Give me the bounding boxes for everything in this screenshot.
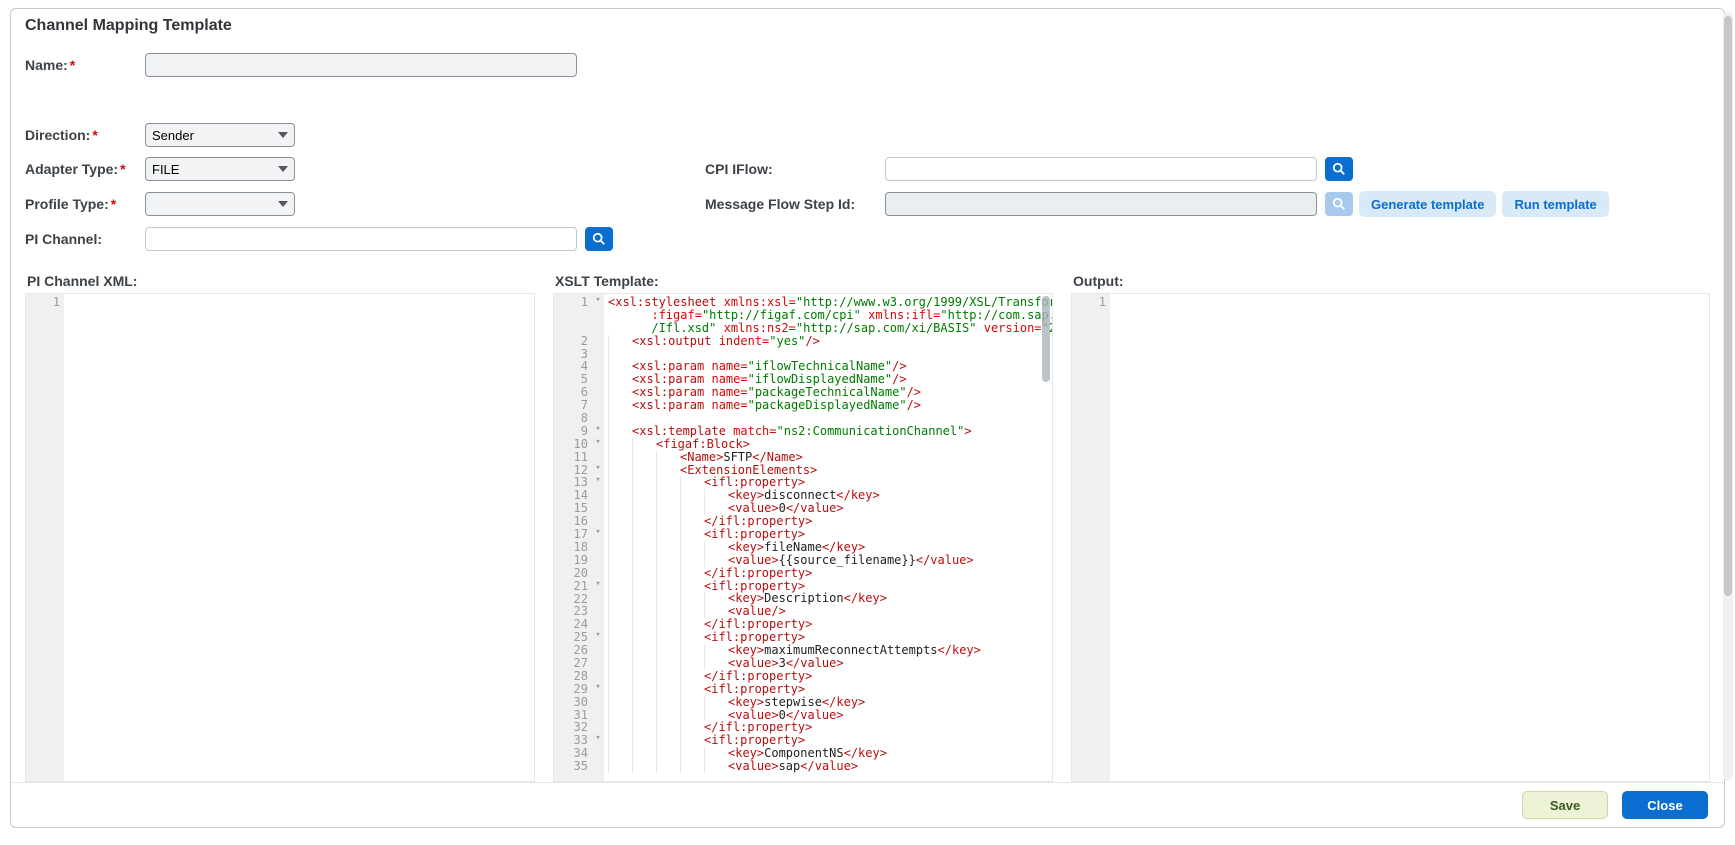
run-template-button[interactable]: Run template [1502, 191, 1608, 217]
dialog-title: Channel Mapping Template [11, 9, 1724, 49]
xslt-gutter: 1234567891011121314151617181920212223242… [554, 294, 592, 781]
adapter-type-select[interactable]: FILE [145, 157, 295, 181]
output-body[interactable] [1110, 294, 1709, 781]
pi-channel-xml-editor[interactable]: 1 [25, 293, 535, 782]
msg-step-id-label: Message Flow Step Id: [705, 196, 885, 212]
profile-type-select[interactable] [145, 192, 295, 216]
close-button[interactable]: Close [1622, 791, 1708, 819]
output-editor[interactable]: 1 [1071, 293, 1710, 782]
name-label: Name:* [25, 57, 145, 73]
xslt-template-label: XSLT Template: [555, 273, 1053, 289]
form-area: Name:* Direction:* Sender Adapter Type:* [11, 49, 1724, 269]
xslt-scrollbar[interactable] [1042, 296, 1050, 382]
name-input[interactable] [145, 53, 577, 77]
cpi-iflow-label: CPI IFlow: [705, 161, 885, 177]
xslt-fold-gutter: ▾▾▾▾▾▾▾▾▾▾ [592, 294, 604, 781]
page-scrollbar[interactable] [1723, 12, 1733, 781]
search-icon [592, 232, 606, 246]
output-col: Output: 1 [1071, 269, 1710, 782]
output-label: Output: [1073, 273, 1710, 289]
xslt-template-editor[interactable]: 1234567891011121314151617181920212223242… [553, 293, 1053, 782]
save-button[interactable]: Save [1522, 791, 1608, 819]
xslt-template-col: XSLT Template: 1234567891011121314151617… [553, 269, 1053, 782]
pi-channel-xml-label: PI Channel XML: [27, 273, 535, 289]
msg-step-id-search-button[interactable] [1325, 192, 1353, 216]
cpi-iflow-search-button[interactable] [1325, 157, 1353, 181]
channel-mapping-dialog: Channel Mapping Template Name:* Directio… [10, 8, 1725, 828]
pi-channel-xml-col: PI Channel XML: 1 [25, 269, 535, 782]
profile-type-label: Profile Type:* [25, 196, 145, 212]
direction-label: Direction:* [25, 127, 145, 143]
editors-row: PI Channel XML: 1 XSLT Template: 1234567… [11, 269, 1724, 782]
msg-step-id-input[interactable] [885, 192, 1317, 216]
pi-xml-body[interactable] [64, 294, 534, 781]
pi-channel-input[interactable] [145, 227, 577, 251]
search-icon [1332, 162, 1346, 176]
cpi-iflow-input[interactable] [885, 157, 1317, 181]
search-icon [1332, 197, 1346, 211]
pi-channel-label: PI Channel: [25, 231, 145, 247]
pi-xml-gutter: 1 [26, 294, 64, 781]
adapter-type-label: Adapter Type:* [25, 161, 145, 177]
dialog-footer: Save Close [11, 782, 1724, 827]
direction-select[interactable]: Sender [145, 123, 295, 147]
pi-channel-search-button[interactable] [585, 227, 613, 251]
page-scrollbar-thumb[interactable] [1724, 16, 1732, 596]
generate-template-button[interactable]: Generate template [1359, 191, 1496, 217]
xslt-body[interactable]: <xsl:stylesheet xmlns:xsl="http://www.w3… [604, 294, 1052, 781]
output-gutter: 1 [1072, 294, 1110, 781]
